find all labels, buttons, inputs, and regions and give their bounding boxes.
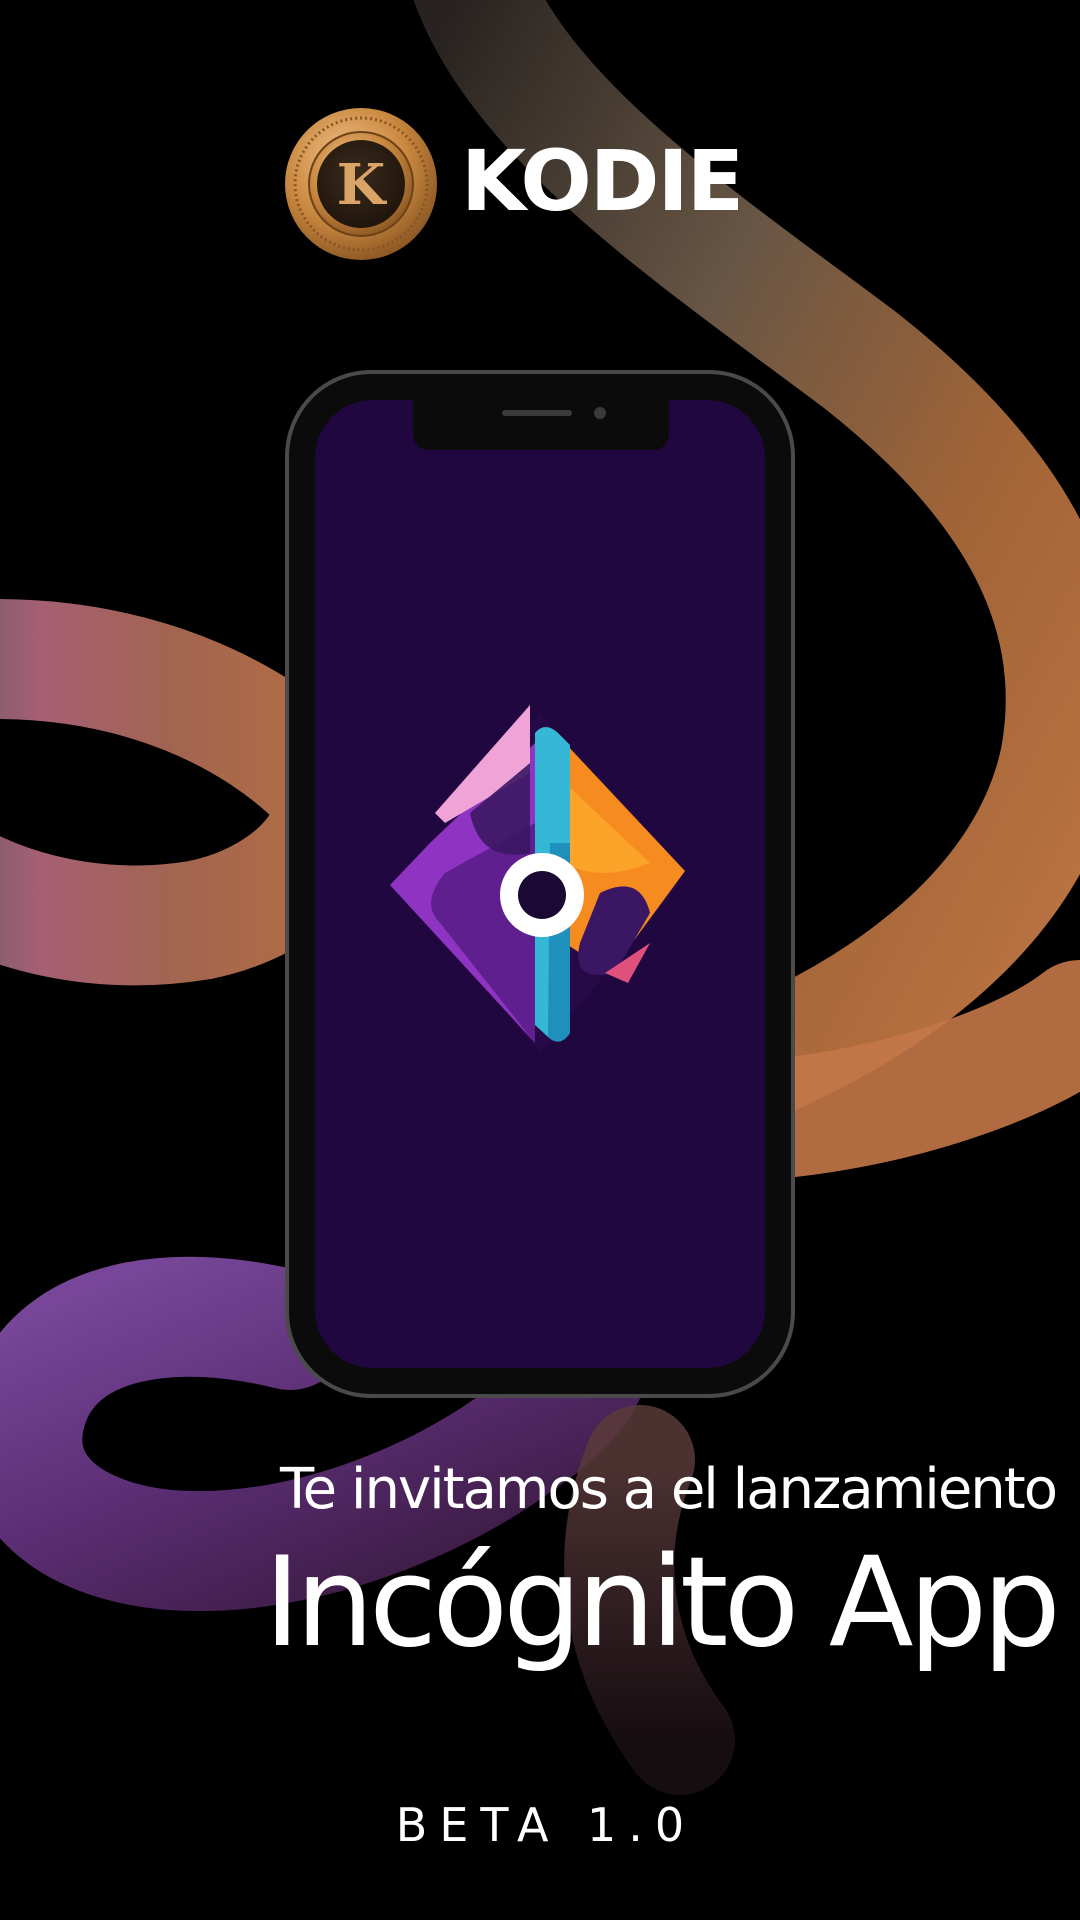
coin-letter: K (337, 152, 388, 218)
version-label: BETA 1.0 (395, 1798, 697, 1852)
app-name-title: Incógnito App (263, 1531, 1061, 1675)
gold-k-coin-icon: K (285, 108, 437, 260)
invite-text: Te invitamos a el lanzamiento (279, 1457, 1058, 1522)
brand-name: KODIE (461, 132, 744, 230)
ribbon-middle (0, 599, 393, 986)
brand-header: K KODIE (283, 105, 744, 263)
phone-mockup (285, 370, 795, 1398)
phone-device (285, 370, 795, 1398)
launch-poster: K KODIE Te invitamos a el lanzamiento In… (0, 0, 1080, 1920)
